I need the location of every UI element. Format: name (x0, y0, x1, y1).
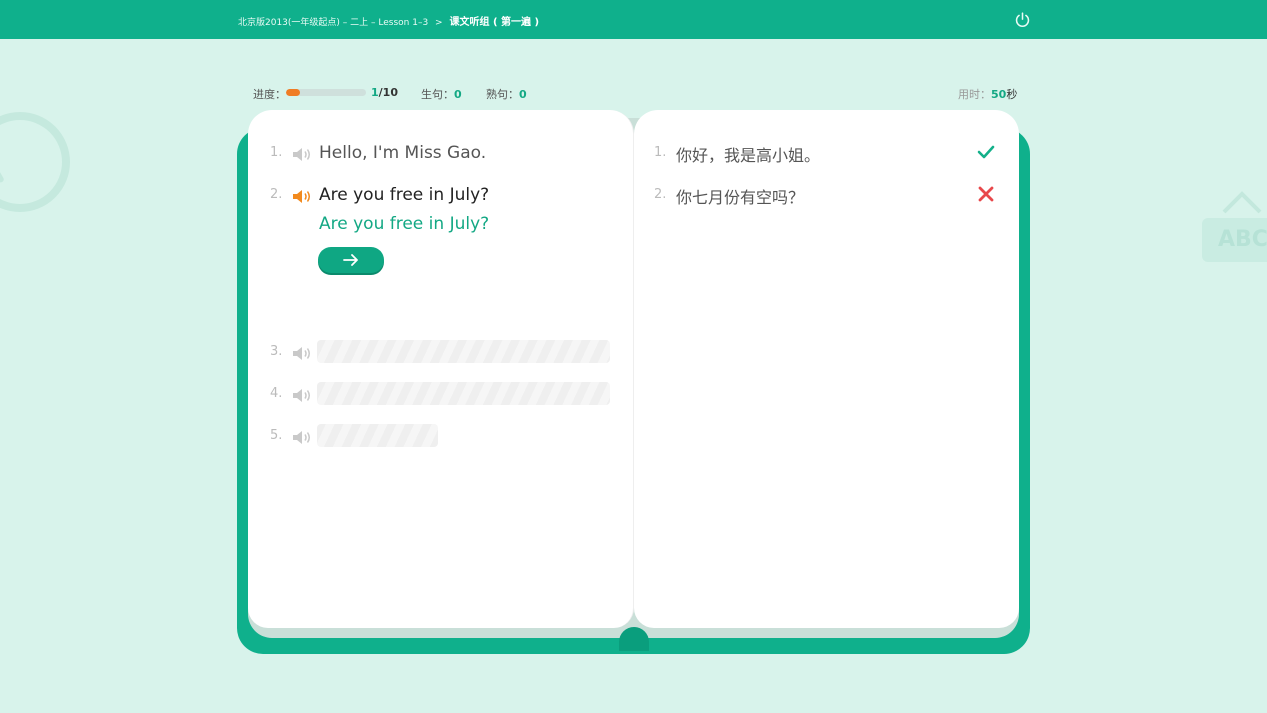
book-spine (619, 627, 649, 651)
speaker-icon[interactable] (292, 188, 313, 205)
sentence-line: 1. Hello, I'm Miss Gao. (270, 143, 610, 165)
progress-bar (286, 89, 366, 96)
familiar-count: 0 (519, 88, 527, 101)
time-label: 用时： (958, 88, 991, 101)
translation-index: 1. (654, 145, 667, 160)
sentence-index: 3. (270, 344, 283, 359)
speaker-icon[interactable] (292, 146, 313, 163)
check-icon (977, 145, 995, 159)
time-unit: 秒 (1006, 88, 1018, 101)
familiar-sentences-stat: 熟句：0 (486, 86, 527, 102)
sentence-line-locked: 5. (270, 424, 615, 448)
sentence-line-locked: 3. (270, 340, 615, 364)
sentence-text: Are you free in July? (319, 185, 490, 205)
speaker-icon[interactable] (292, 387, 313, 404)
next-button[interactable] (318, 247, 384, 273)
top-bar: 北京版2013(一年级起点) – 二上 – Lesson 1–3 > 课文听组 … (0, 0, 1267, 39)
speaker-icon[interactable] (292, 429, 313, 446)
progress-label: 进度： (253, 88, 286, 101)
clock-decoration-icon (0, 112, 70, 212)
breadcrumb-separator: > (435, 18, 443, 28)
hidden-sentence-placeholder (317, 340, 610, 363)
breadcrumb-path[interactable]: 北京版2013(一年级起点) – 二上 – Lesson 1–3 (238, 18, 428, 28)
arrow-right-icon (343, 254, 358, 266)
hidden-sentence-placeholder (317, 424, 438, 447)
sentence-index: 1. (270, 145, 283, 160)
translation-text: 你好，我是高小姐。 (676, 146, 821, 165)
breadcrumb: 北京版2013(一年级起点) – 二上 – Lesson 1–3 > 课文听组 … (238, 13, 539, 28)
sentence-index: 4. (270, 386, 283, 401)
translation-index: 2. (654, 187, 667, 202)
new-label: 生句： (421, 88, 454, 101)
sentence-index: 2. (270, 187, 283, 202)
speaker-icon[interactable] (292, 345, 313, 362)
new-sentences-stat: 生句：0 (421, 86, 462, 102)
answer-text: Are you free in July? (319, 214, 490, 234)
progress-current: 1 (371, 86, 379, 99)
hanger-decoration-icon (1222, 191, 1262, 214)
sentence-index: 5. (270, 428, 283, 443)
familiar-label: 熟句： (486, 88, 519, 101)
abc-decoration: ABC (1202, 218, 1267, 262)
progress-count: 1/10 (371, 86, 398, 99)
sentence-text: Hello, I'm Miss Gao. (319, 143, 487, 163)
time-stat: 用时：50秒 (958, 86, 1017, 102)
translation-text: 你七月份有空吗？ (676, 188, 805, 207)
breadcrumb-current: 课文听组 ( 第一遍 ) (449, 17, 540, 28)
progress-total: /10 (378, 86, 398, 99)
hidden-sentence-placeholder (317, 382, 610, 405)
new-count: 0 (454, 88, 462, 101)
sentence-line-active: 2. Are you free in July? (270, 185, 610, 207)
stats-bar: 进度： 1/10 生句：0 熟句：0 用时：50秒 (253, 86, 1017, 102)
progress-fill (286, 89, 301, 96)
power-icon[interactable] (1014, 11, 1031, 28)
cross-icon (978, 186, 994, 202)
sentence-line-locked: 4. (270, 382, 615, 406)
time-value: 50 (991, 88, 1007, 101)
